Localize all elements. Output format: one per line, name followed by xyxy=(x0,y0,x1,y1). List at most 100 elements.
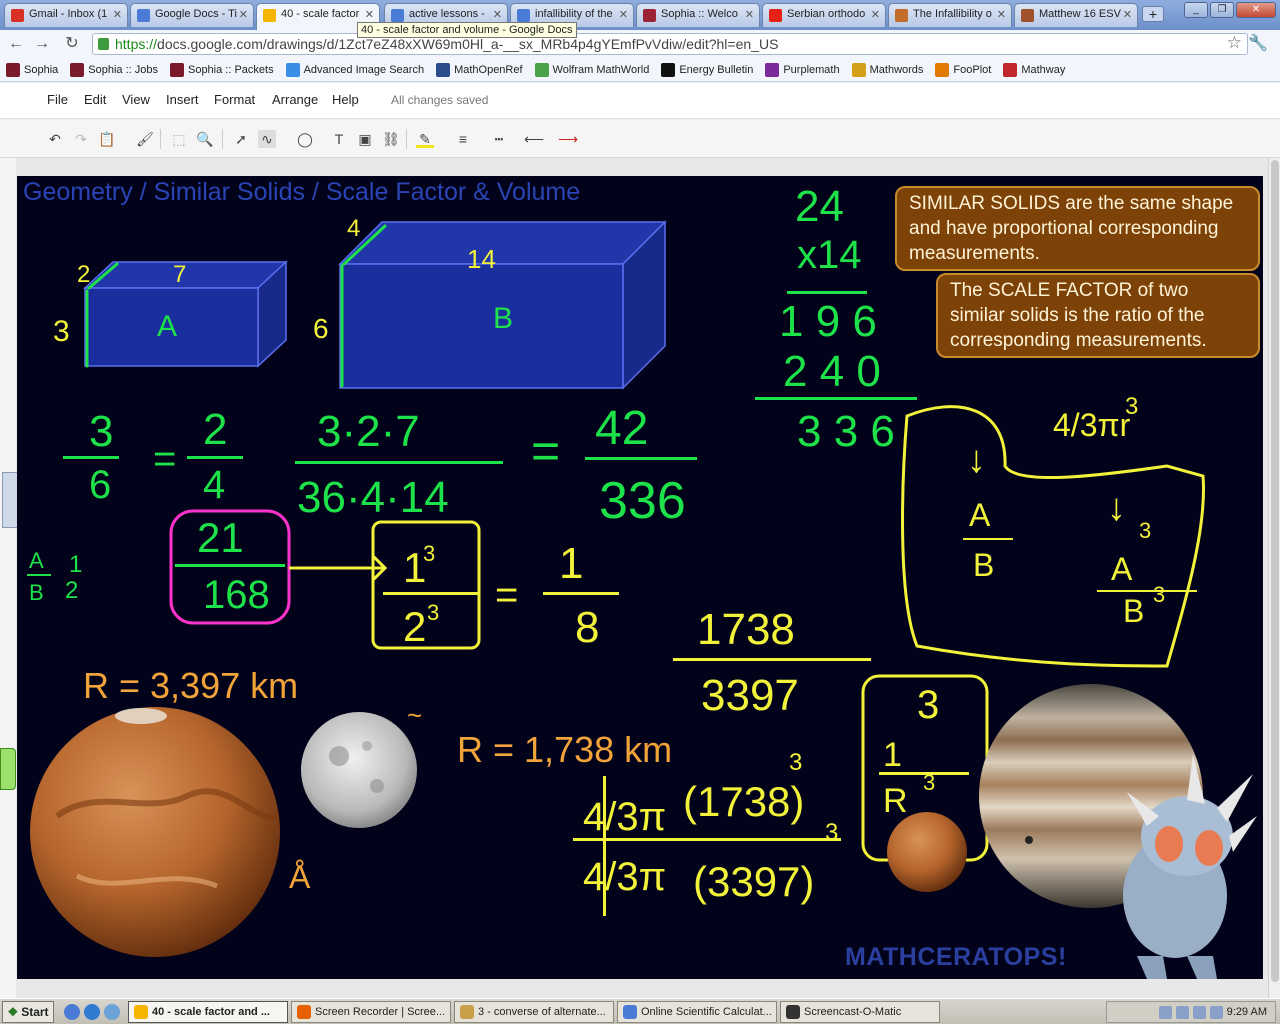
svg-text:R: R xyxy=(883,782,908,820)
tab-close-icon[interactable]: ✕ xyxy=(997,8,1006,21)
browser-tab[interactable]: Serbian orthodo ✕ xyxy=(762,3,886,27)
chrome-quicklaunch-icon[interactable] xyxy=(64,1003,80,1020)
menu-arrange[interactable]: Arrange xyxy=(272,92,318,107)
maximize-button[interactable]: ❐ xyxy=(1210,2,1234,18)
shape-tool-icon[interactable]: ◯ xyxy=(296,130,314,148)
svg-text:3·2·7: 3·2·7 xyxy=(317,407,420,456)
svg-text:3: 3 xyxy=(917,683,939,727)
bookmark-item[interactable]: MathOpenRef xyxy=(436,62,523,77)
bookmark-item[interactable]: Sophia :: Jobs xyxy=(70,62,158,77)
tab-close-icon[interactable]: ✕ xyxy=(239,8,248,21)
svg-text:1: 1 xyxy=(559,539,583,588)
taskbar-button[interactable]: 3 - converse of alternate... xyxy=(454,1000,614,1023)
bookmark-item[interactable]: FooPlot xyxy=(935,62,991,77)
drawing-layer: A B 32 7 6414 36 = 24 3·2·736·4·14 = 4233… xyxy=(27,182,1257,979)
bookmark-star-icon[interactable]: ☆ xyxy=(1227,33,1242,53)
box-b-label: B xyxy=(493,302,513,335)
reload-icon[interactable]: ↻ xyxy=(62,34,82,54)
tab-close-icon[interactable]: ✕ xyxy=(493,8,502,21)
bookmark-item[interactable]: Purplemath xyxy=(765,62,840,77)
tab-close-icon[interactable]: ✕ xyxy=(871,8,880,21)
paste-icon[interactable]: 📋 xyxy=(98,130,116,148)
bookmark-item[interactable]: Sophia xyxy=(6,62,58,77)
redo-icon[interactable]: ↷ xyxy=(72,130,90,148)
tab-close-icon[interactable]: ✕ xyxy=(113,8,122,21)
line-color-icon[interactable]: ✎ xyxy=(416,130,434,148)
tab-close-icon[interactable]: ✕ xyxy=(1123,8,1132,21)
bookmark-favicon-icon xyxy=(285,62,300,77)
browser-tab[interactable]: Sophia :: Welco ✕ xyxy=(636,3,760,27)
tab-close-icon[interactable]: ✕ xyxy=(745,8,754,21)
browser-tab[interactable]: Google Docs - Ti ✕ xyxy=(130,3,254,27)
svg-text:2: 2 xyxy=(403,603,426,650)
zoom-icon[interactable]: 🔍 xyxy=(196,130,214,148)
vertical-scrollbar[interactable] xyxy=(1268,158,1280,998)
drawing-slide[interactable]: Geometry / Similar Solids / Scale Factor… xyxy=(17,176,1263,979)
close-window-button[interactable]: ✕ xyxy=(1236,2,1276,18)
tray-icon[interactable] xyxy=(1175,1005,1189,1019)
bookmark-item[interactable]: Mathwords xyxy=(851,62,924,77)
svg-text:1 9 6: 1 9 6 xyxy=(779,297,877,346)
taskbar-button[interactable]: Screen Recorder | Scree... xyxy=(291,1000,451,1023)
tray-icon[interactable] xyxy=(1192,1005,1206,1019)
select-area-icon[interactable]: ⬚ xyxy=(170,130,188,148)
select-arrow-icon[interactable]: ➚ xyxy=(232,130,250,148)
line-end-icon[interactable]: ⟶ xyxy=(558,130,578,148)
taskbar-button[interactable]: Online Scientific Calculat... xyxy=(617,1000,777,1023)
text-box-icon[interactable]: T xyxy=(330,130,348,148)
svg-text:24: 24 xyxy=(795,182,844,231)
browser-tab[interactable]: Gmail - Inbox (1 ✕ xyxy=(4,3,128,27)
bookmark-item[interactable]: Mathway xyxy=(1003,62,1065,77)
menu-help[interactable]: Help xyxy=(332,92,359,107)
bookmark-favicon-icon xyxy=(765,62,780,77)
svg-text:21: 21 xyxy=(197,514,244,561)
ie-quicklaunch-icon[interactable] xyxy=(84,1003,100,1020)
address-bar[interactable]: https://docs.google.com/drawings/d/1Zct7… xyxy=(92,33,1248,55)
link-icon[interactable]: ⛓ xyxy=(382,130,400,148)
wrench-icon[interactable]: 🔧 xyxy=(1248,33,1268,53)
back-icon[interactable]: ← xyxy=(6,34,26,54)
menu-insert[interactable]: Insert xyxy=(166,92,199,107)
docs-icon xyxy=(517,9,530,22)
tab-close-icon[interactable]: ✕ xyxy=(619,8,628,21)
bookmark-item[interactable]: Sophia :: Packets xyxy=(169,62,274,77)
image-icon[interactable]: ▣ xyxy=(356,130,374,148)
youtube-icon xyxy=(769,9,782,22)
menu-format[interactable]: Format xyxy=(214,92,255,107)
svg-text:↓: ↓ xyxy=(967,439,986,481)
show-desktop-icon[interactable] xyxy=(104,1003,120,1020)
tray-icon[interactable] xyxy=(1158,1005,1172,1019)
bookmark-label: Mathwords xyxy=(869,63,924,76)
browser-tab[interactable]: Matthew 16 ESV ✕ xyxy=(1014,3,1138,27)
bookmark-label: Advanced Image Search xyxy=(303,63,425,76)
menu-edit[interactable]: Edit xyxy=(84,92,106,107)
line-weight-icon[interactable]: ≡ xyxy=(454,130,472,148)
svg-text:3: 3 xyxy=(53,315,70,348)
volume-icon[interactable] xyxy=(1209,1005,1223,1019)
taskbar-button[interactable]: 40 - scale factor and ... xyxy=(128,1000,288,1023)
side-green-tab[interactable] xyxy=(0,748,16,790)
menu-file[interactable]: File xyxy=(47,92,68,107)
taskbar-button[interactable]: Screencast-O-Matic xyxy=(780,1000,940,1023)
new-tab-button[interactable]: + xyxy=(1142,6,1164,22)
bookmark-item[interactable]: Energy Bulletin xyxy=(661,62,753,77)
bookmark-item[interactable]: Wolfram MathWorld xyxy=(534,62,649,77)
tab-close-icon[interactable]: ✕ xyxy=(365,8,374,21)
minimize-button[interactable]: _ xyxy=(1184,2,1208,18)
bookmark-item[interactable]: Advanced Image Search xyxy=(285,62,425,77)
svg-text:6: 6 xyxy=(313,313,329,344)
line-dash-icon[interactable]: ┅ xyxy=(490,130,508,148)
taskbar-button-label: 3 - converse of alternate... xyxy=(478,1005,606,1018)
line-tool-icon[interactable]: ∿ xyxy=(258,130,276,148)
paint-format-icon[interactable]: 🖌 xyxy=(136,130,154,148)
svg-text:4: 4 xyxy=(347,215,360,242)
save-status: All changes saved xyxy=(391,93,489,107)
undo-icon[interactable]: ↶ xyxy=(46,130,64,148)
forward-icon[interactable]: → xyxy=(32,34,52,54)
browser-tab[interactable]: The Infallibility o ✕ xyxy=(888,3,1012,27)
menu-view[interactable]: View xyxy=(122,92,150,107)
mathceratops-brand: MATHCERATOPS! xyxy=(845,943,1067,971)
line-start-icon[interactable]: ⟵ xyxy=(524,130,544,148)
start-button[interactable]: ❖ Start xyxy=(2,1000,54,1023)
bookmark-label: Sophia :: Jobs xyxy=(88,63,158,76)
